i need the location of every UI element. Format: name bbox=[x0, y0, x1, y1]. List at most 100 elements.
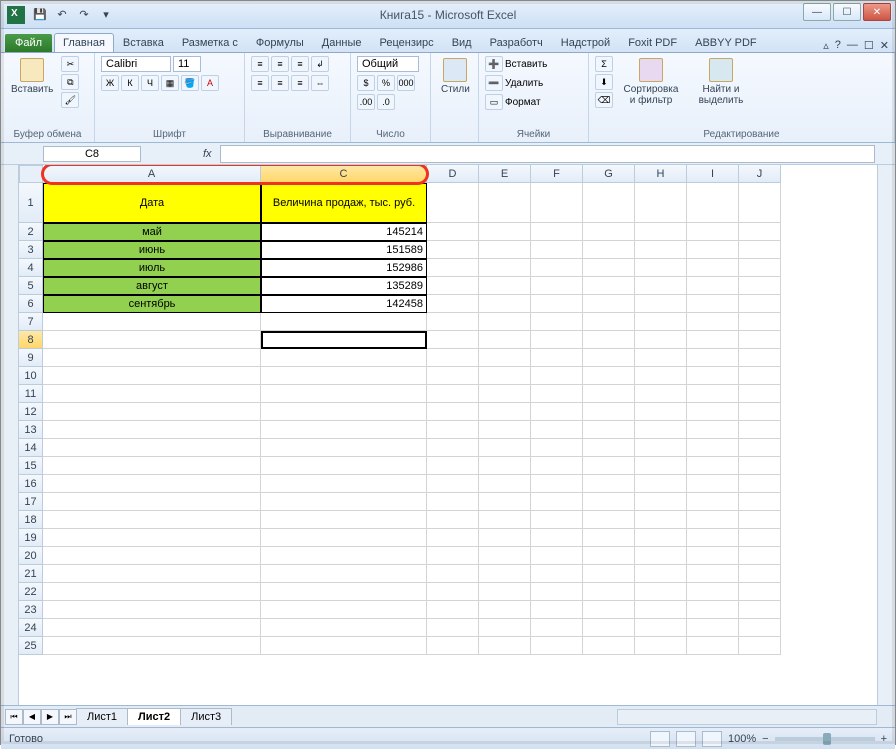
mdi-close-icon[interactable]: ✕ bbox=[880, 39, 889, 52]
cell[interactable] bbox=[531, 241, 583, 259]
cell[interactable] bbox=[583, 313, 635, 331]
cell[interactable] bbox=[583, 223, 635, 241]
sheet-nav-next[interactable]: ▶ bbox=[41, 709, 59, 725]
cell[interactable] bbox=[583, 511, 635, 529]
cell[interactable] bbox=[43, 421, 261, 439]
cell[interactable] bbox=[687, 223, 739, 241]
cell[interactable] bbox=[427, 493, 479, 511]
cell[interactable] bbox=[43, 313, 261, 331]
row-header-1[interactable]: 1 bbox=[19, 183, 43, 223]
align-top-button[interactable]: ≡ bbox=[251, 56, 269, 72]
column-header-A[interactable]: A bbox=[43, 165, 261, 183]
cell[interactable] bbox=[427, 223, 479, 241]
bold-button[interactable]: Ж bbox=[101, 75, 119, 91]
decrease-decimal-button[interactable]: .0 bbox=[377, 94, 395, 110]
sheet-nav-last[interactable]: ⏭ bbox=[59, 709, 77, 725]
tab-разработч[interactable]: Разработч bbox=[481, 33, 552, 52]
cell[interactable] bbox=[687, 457, 739, 475]
cell[interactable] bbox=[531, 565, 583, 583]
row-header-19[interactable]: 19 bbox=[19, 529, 43, 547]
cell[interactable] bbox=[687, 295, 739, 313]
cell[interactable] bbox=[635, 403, 687, 421]
cell[interactable] bbox=[261, 583, 427, 601]
cell[interactable] bbox=[261, 403, 427, 421]
underline-button[interactable]: Ч bbox=[141, 75, 159, 91]
cell[interactable] bbox=[531, 313, 583, 331]
cell[interactable] bbox=[43, 637, 261, 655]
cell[interactable] bbox=[531, 223, 583, 241]
cell[interactable] bbox=[687, 565, 739, 583]
cell[interactable] bbox=[43, 547, 261, 565]
cell[interactable] bbox=[687, 367, 739, 385]
cell[interactable] bbox=[687, 511, 739, 529]
tab-file[interactable]: Файл bbox=[5, 34, 52, 52]
cell[interactable] bbox=[583, 385, 635, 403]
ribbon-minimize-icon[interactable]: ▵ bbox=[823, 39, 829, 52]
cell[interactable] bbox=[531, 529, 583, 547]
cell[interactable] bbox=[635, 601, 687, 619]
cell[interactable] bbox=[739, 457, 781, 475]
cell[interactable] bbox=[687, 421, 739, 439]
qat-more-icon[interactable]: ▾ bbox=[97, 6, 115, 24]
cell[interactable] bbox=[531, 277, 583, 295]
cell[interactable] bbox=[583, 421, 635, 439]
row-header-4[interactable]: 4 bbox=[19, 259, 43, 277]
cell[interactable] bbox=[531, 493, 583, 511]
cell[interactable] bbox=[43, 385, 261, 403]
row-header-9[interactable]: 9 bbox=[19, 349, 43, 367]
cell[interactable] bbox=[479, 637, 531, 655]
cell[interactable] bbox=[635, 421, 687, 439]
cell[interactable] bbox=[427, 421, 479, 439]
cell[interactable]: 145214 bbox=[261, 223, 427, 241]
cell[interactable] bbox=[635, 385, 687, 403]
cell[interactable] bbox=[739, 295, 781, 313]
cell[interactable] bbox=[479, 529, 531, 547]
cell[interactable] bbox=[739, 565, 781, 583]
cell[interactable]: июль bbox=[43, 259, 261, 277]
cell[interactable] bbox=[531, 403, 583, 421]
cell[interactable] bbox=[635, 331, 687, 349]
cell[interactable] bbox=[427, 439, 479, 457]
cell[interactable] bbox=[687, 349, 739, 367]
cell[interactable] bbox=[739, 421, 781, 439]
cell[interactable] bbox=[427, 457, 479, 475]
cell[interactable] bbox=[739, 277, 781, 295]
row-header-23[interactable]: 23 bbox=[19, 601, 43, 619]
cell[interactable] bbox=[583, 565, 635, 583]
cell[interactable] bbox=[531, 475, 583, 493]
view-layout-button[interactable] bbox=[676, 731, 696, 747]
cell-grid[interactable]: ДатаВеличина продаж, тыс. руб.май145214и… bbox=[43, 183, 877, 705]
tab-данные[interactable]: Данные bbox=[313, 33, 371, 52]
cell[interactable] bbox=[261, 331, 427, 349]
cell[interactable] bbox=[583, 475, 635, 493]
cell[interactable] bbox=[739, 511, 781, 529]
cell[interactable] bbox=[261, 313, 427, 331]
cell[interactable] bbox=[687, 403, 739, 421]
cell[interactable] bbox=[261, 637, 427, 655]
font-size-select[interactable] bbox=[173, 56, 201, 72]
cell[interactable] bbox=[43, 367, 261, 385]
column-header-G[interactable]: G bbox=[583, 165, 635, 183]
cell[interactable] bbox=[739, 241, 781, 259]
cell[interactable] bbox=[635, 547, 687, 565]
align-center-button[interactable]: ≡ bbox=[271, 75, 289, 91]
cell[interactable] bbox=[261, 493, 427, 511]
row-header-13[interactable]: 13 bbox=[19, 421, 43, 439]
copy-button[interactable]: ⧉ bbox=[61, 74, 79, 90]
cell[interactable] bbox=[739, 403, 781, 421]
cell[interactable] bbox=[261, 421, 427, 439]
cell[interactable] bbox=[427, 475, 479, 493]
cell[interactable] bbox=[739, 529, 781, 547]
cell[interactable] bbox=[635, 295, 687, 313]
sort-filter-button[interactable]: Сортировка и фильтр bbox=[617, 56, 685, 108]
cell[interactable] bbox=[687, 241, 739, 259]
column-header-D[interactable]: D bbox=[427, 165, 479, 183]
cell[interactable] bbox=[635, 529, 687, 547]
cell[interactable] bbox=[479, 439, 531, 457]
row-header-18[interactable]: 18 bbox=[19, 511, 43, 529]
align-right-button[interactable]: ≡ bbox=[291, 75, 309, 91]
cell[interactable] bbox=[687, 475, 739, 493]
maximize-button[interactable]: ☐ bbox=[833, 3, 861, 21]
cell[interactable] bbox=[583, 493, 635, 511]
cut-button[interactable]: ✂ bbox=[61, 56, 79, 72]
